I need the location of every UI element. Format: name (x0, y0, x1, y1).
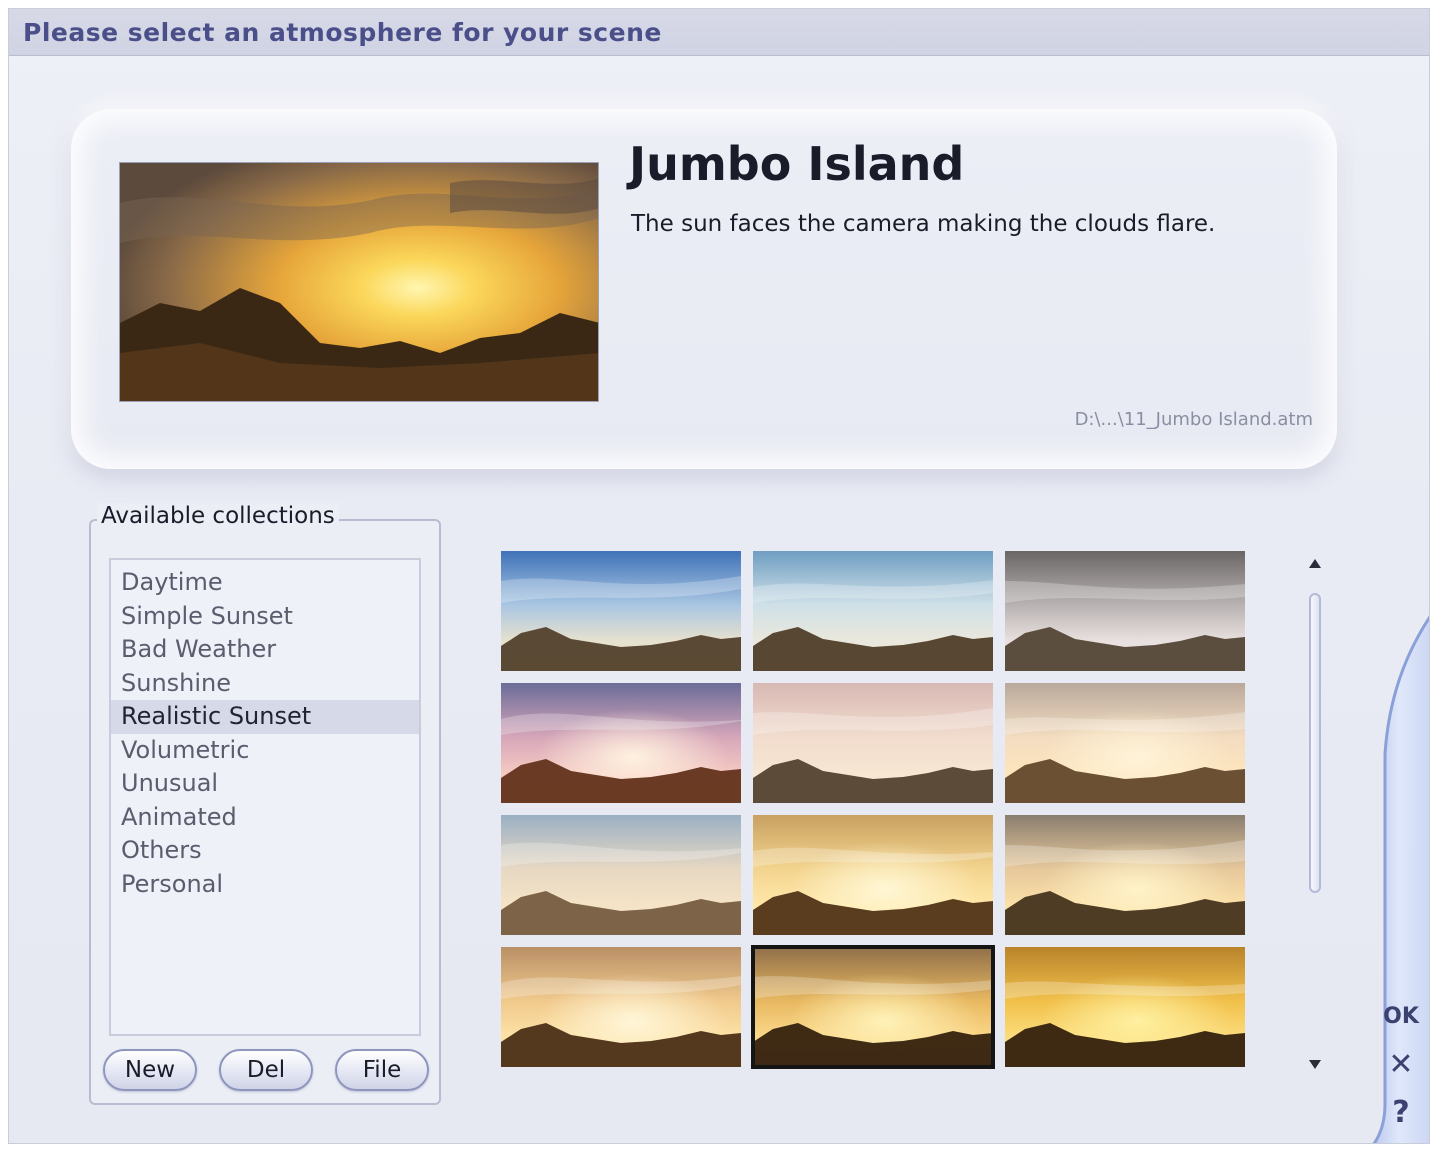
thumbnail-scrollbar[interactable] (1305, 549, 1331, 1079)
collection-item[interactable]: Personal (111, 868, 419, 902)
collection-item[interactable]: Volumetric (111, 734, 419, 768)
atmosphere-thumbnail[interactable] (501, 683, 741, 803)
collection-item[interactable]: Unusual (111, 767, 419, 801)
collection-item[interactable]: Others (111, 834, 419, 868)
atmosphere-name: Jumbo Island (629, 137, 965, 191)
scroll-thumb[interactable] (1309, 593, 1321, 893)
help-button[interactable]: ? (1381, 1093, 1421, 1133)
collections-list[interactable]: Daytime Simple Sunset Bad Weather Sunshine R… (109, 558, 421, 1036)
collection-item[interactable]: Sunshine (111, 667, 419, 701)
collection-buttons: New Del File (103, 1049, 433, 1093)
atmosphere-thumbnail-grid (501, 551, 1245, 1071)
atmosphere-dialog: Please select an atmosphere for your sce… (8, 8, 1430, 1144)
dialog-title: Please select an atmosphere for your sce… (23, 18, 662, 47)
atmosphere-thumbnail[interactable] (751, 945, 995, 1069)
atmosphere-thumbnail[interactable] (1005, 947, 1245, 1067)
atmosphere-thumbnail[interactable] (501, 947, 741, 1067)
title-bar: Please select an atmosphere for your sce… (9, 9, 1429, 56)
collection-item[interactable]: Simple Sunset (111, 600, 419, 634)
atmosphere-thumbnail[interactable] (1005, 815, 1245, 935)
scroll-down-arrow-icon[interactable] (1309, 1060, 1321, 1069)
atmosphere-thumbnail[interactable] (1005, 551, 1245, 671)
delete-collection-button[interactable]: Del (219, 1049, 313, 1091)
collection-item[interactable]: Realistic Sunset (111, 700, 419, 734)
collections-group: Available collections Daytime Simple Suns… (89, 503, 441, 1105)
atmosphere-thumbnail[interactable] (501, 815, 741, 935)
preview-panel: Jumbo Island The sun faces the camera ma… (71, 109, 1337, 469)
ok-button[interactable]: OK (1381, 997, 1421, 1037)
new-collection-button[interactable]: New (103, 1049, 197, 1091)
atmosphere-thumbnail[interactable] (753, 683, 993, 803)
cancel-button[interactable]: ✕ (1381, 1045, 1421, 1085)
atmosphere-file-path: D:\...\11_Jumbo Island.atm (1074, 409, 1313, 430)
collection-item[interactable]: Bad Weather (111, 633, 419, 667)
scroll-up-arrow-icon[interactable] (1309, 559, 1321, 568)
atmosphere-thumbnail[interactable] (753, 551, 993, 671)
collection-item[interactable]: Daytime (111, 566, 419, 600)
atmosphere-thumbnail[interactable] (1005, 683, 1245, 803)
collections-legend: Available collections (97, 503, 339, 529)
atmosphere-description: The sun faces the camera making the clou… (631, 211, 1216, 237)
collection-item[interactable]: Animated (111, 801, 419, 835)
preview-sunset-image (120, 163, 598, 401)
atmosphere-thumbnail[interactable] (501, 551, 741, 671)
atmosphere-thumbnail[interactable] (753, 815, 993, 935)
preview-image (119, 162, 599, 402)
file-collection-button[interactable]: File (335, 1049, 429, 1091)
